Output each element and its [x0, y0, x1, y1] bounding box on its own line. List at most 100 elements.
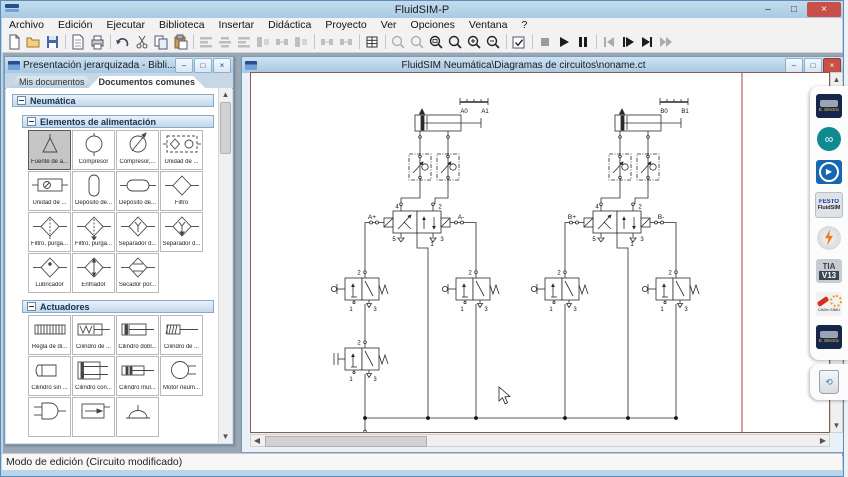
scroll-down-icon[interactable]: ▼ [830, 419, 843, 432]
library-title-bar[interactable]: Presentación jerarquizada - Bibli... – □… [5, 57, 233, 73]
library-item-deposito-v[interactable]: Depósito de... [72, 171, 115, 211]
paste-button[interactable] [171, 33, 190, 51]
library-minimize-button[interactable]: – [175, 58, 193, 73]
collapse-icon[interactable] [27, 117, 36, 126]
library-item-unidad-simplificada[interactable]: Unidad de ... [28, 171, 71, 211]
page-setup-button[interactable] [69, 33, 88, 51]
scroll-right-icon[interactable]: ▶ [817, 435, 829, 446]
circuit-minimize-button[interactable]: – [785, 58, 803, 73]
library-item-separador-1[interactable]: Separador d... [116, 212, 159, 252]
circuit-close-button[interactable]: × [823, 58, 841, 73]
component-list-button[interactable] [363, 33, 382, 51]
circuit-maximize-button[interactable]: □ [804, 58, 822, 73]
shortcut-cade-simu[interactable]: CADe-SIMU [814, 287, 844, 320]
menu-ventana[interactable]: Ventana [462, 19, 515, 31]
flow-control-valve-b2[interactable] [637, 154, 659, 180]
recycle-bin-icon[interactable]: ⟲ [819, 370, 839, 394]
scroll-up-icon[interactable]: ▲ [830, 73, 843, 86]
collapse-icon[interactable] [17, 96, 26, 105]
step-forward-button[interactable] [619, 33, 638, 51]
section-elementos-alimentacion[interactable]: Elementos de alimentación [22, 115, 214, 128]
circuit-hscroll-thumb[interactable] [265, 436, 427, 447]
distance-rule-a[interactable] [460, 98, 488, 105]
simulation-play-button[interactable] [555, 33, 574, 51]
zoom-previous-button[interactable] [389, 33, 408, 51]
library-item-cilindro-doble[interactable]: Cilindro dobl... [116, 315, 159, 355]
library-item-secador[interactable]: Secador por... [116, 253, 159, 293]
circuit-check-button[interactable] [510, 33, 529, 51]
distribute-v-button[interactable] [337, 33, 356, 51]
library-item-partial-3[interactable] [116, 397, 159, 437]
menu-biblioteca[interactable]: Biblioteca [152, 19, 212, 31]
flow-control-valve-b1[interactable] [609, 154, 631, 180]
align-left-button[interactable] [197, 33, 216, 51]
library-scroll-thumb[interactable] [220, 102, 231, 154]
open-button[interactable] [24, 33, 43, 51]
pushbutton-valve[interactable] [334, 341, 388, 378]
copy-button[interactable] [152, 33, 171, 51]
distribute-h-button[interactable] [318, 33, 337, 51]
library-item-partial-2[interactable] [72, 397, 115, 437]
shortcut-lightning-app[interactable] [814, 221, 844, 254]
menu-archivo[interactable]: Archivo [2, 19, 51, 31]
shortcut-blue-app[interactable]: ▶ [814, 155, 844, 188]
maximize-button[interactable]: □ [781, 2, 807, 17]
scroll-left-icon[interactable]: ◀ [251, 435, 263, 446]
library-item-filtro-purga-1[interactable]: Filtro, purga... [28, 212, 71, 252]
align-center-button[interactable] [216, 33, 235, 51]
library-item-lubricador[interactable]: Lubricador [28, 253, 71, 293]
collapse-icon[interactable] [27, 302, 36, 311]
scroll-up-icon[interactable]: ▲ [219, 88, 232, 101]
menu-opciones[interactable]: Opciones [404, 19, 462, 31]
cylinder-a[interactable] [415, 109, 481, 138]
library-item-cilindro-simple[interactable]: Cilindro de ... [72, 315, 115, 355]
menu-ejecutar[interactable]: Ejecutar [99, 19, 152, 31]
close-button[interactable]: × [807, 2, 841, 17]
library-item-motor[interactable]: Motor neum... [160, 356, 203, 396]
step-first-button[interactable] [600, 33, 619, 51]
simulation-stop-button[interactable] [536, 33, 555, 51]
zoom-window-button[interactable] [427, 33, 446, 51]
step-next-button[interactable] [638, 33, 657, 51]
library-item-compresor-regulable[interactable]: Compresor,... [116, 130, 159, 170]
shortcut-tia-portal[interactable]: TIA V13 [814, 254, 844, 287]
align-bottom-button[interactable] [292, 33, 311, 51]
menu-ver[interactable]: Ver [374, 19, 404, 31]
library-item-cilindro-multiple[interactable]: Cilindro mul... [116, 356, 159, 396]
cut-button[interactable] [133, 33, 152, 51]
save-button[interactable] [43, 33, 62, 51]
section-actuadores[interactable]: Actuadores [22, 300, 214, 313]
shortcut-festo-fluidsim[interactable]: FESTO FluidSIM [814, 188, 844, 221]
library-item-enfriador[interactable]: Enfriador [72, 253, 115, 293]
menu-help[interactable]: ? [514, 19, 534, 31]
tab-documentos-comunes[interactable]: Documentos comunes [89, 76, 206, 88]
shortcut-arduino[interactable]: ∞ [814, 122, 844, 155]
menu-didactica[interactable]: Didáctica [261, 19, 318, 31]
zoom-fit-button[interactable] [408, 33, 427, 51]
shortcut-e-electrico-2[interactable]: E. Eléctric [814, 320, 844, 353]
library-close-button[interactable]: × [213, 58, 231, 73]
library-item-cilindro-sin-vastago[interactable]: Cilindro sin ... [28, 356, 71, 396]
library-item-filtro-purga-2[interactable]: Filtro, purga... [72, 212, 115, 252]
library-item-unidad-mantenimiento[interactable]: Unidad de ... [160, 130, 203, 170]
cylinder-b[interactable] [615, 109, 681, 138]
align-top-button[interactable] [254, 33, 273, 51]
circuit-title-bar[interactable]: FluidSIM Neumática\Diagramas de circuito… [242, 57, 843, 73]
library-item-cilindro-con[interactable]: Cilindro con... [72, 356, 115, 396]
zoom-out-button[interactable] [484, 33, 503, 51]
library-item-cilindro-otro[interactable]: Cilindro de ... [160, 315, 203, 355]
undo-button[interactable] [114, 33, 133, 51]
library-scrollbar[interactable]: ▲ ▼ [218, 88, 232, 443]
step-last-button[interactable] [657, 33, 676, 51]
scroll-down-icon[interactable]: ▼ [219, 430, 232, 443]
menu-edicion[interactable]: Edición [51, 19, 99, 31]
simulation-pause-button[interactable] [574, 33, 593, 51]
library-item-fuente[interactable]: Fuente de a... [28, 130, 71, 170]
library-maximize-button[interactable]: □ [194, 58, 212, 73]
align-right-button[interactable] [235, 33, 254, 51]
shortcut-e-electrico[interactable]: E. Eléctric [814, 89, 844, 122]
library-item-compresor[interactable]: Compresor [72, 130, 115, 170]
new-button[interactable] [5, 33, 24, 51]
zoom-in-button[interactable] [465, 33, 484, 51]
minimize-button[interactable]: – [755, 2, 781, 17]
